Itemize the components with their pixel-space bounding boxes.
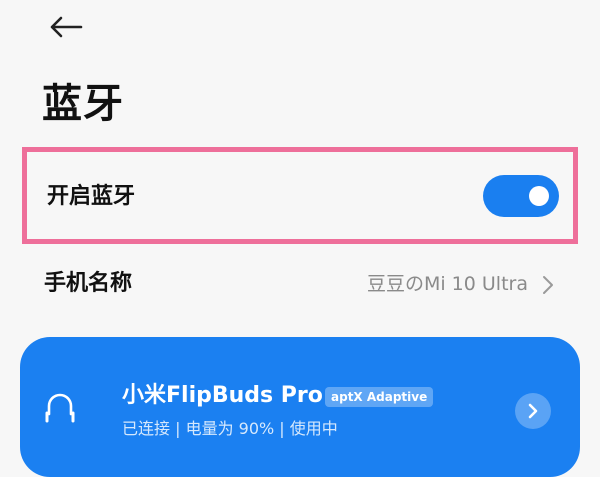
chevron-right-icon [543,276,553,294]
device-name-label: 手机名称 [44,271,133,296]
arrow-left-icon [50,16,83,38]
device-status: 已连接 | 电量为 90% | 使用中 [122,419,338,438]
page-title: 蓝牙 [42,81,124,127]
device-name: 小米FlipBuds Pro [122,383,323,408]
bluetooth-toggle-switch[interactable] [483,175,559,217]
device-details-button[interactable] [515,393,551,429]
back-button[interactable] [44,10,88,44]
device-name-value: 豆豆のMi 10 Ultra [366,273,528,295]
chevron-right-icon [528,403,538,419]
bluetooth-toggle-label: 开启蓝牙 [47,184,136,209]
connected-device-card[interactable]: 小米FlipBuds Pro aptX Adaptive 已连接 | 电量为 9… [20,337,580,477]
codec-badge: aptX Adaptive [325,387,434,407]
device-name-row[interactable]: 手机名称 豆豆のMi 10 Ultra [0,258,600,312]
toggle-knob [529,186,549,206]
headphone-icon [45,393,75,423]
bluetooth-toggle-row: 开启蓝牙 [22,147,578,244]
